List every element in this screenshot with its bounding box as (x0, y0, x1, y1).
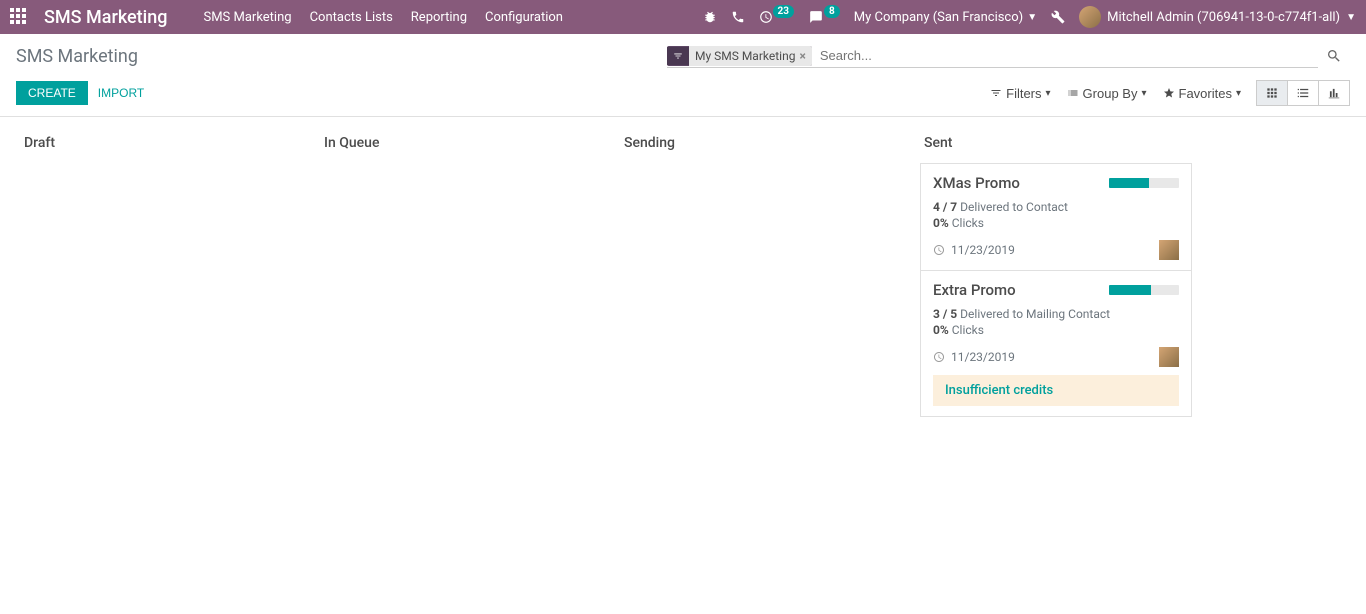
facet-remove-icon[interactable]: × (799, 49, 805, 63)
search-facet: My SMS Marketing × (667, 46, 812, 66)
kanban-card[interactable]: XMas Promo 4 / 7 Delivered to Contact 0%… (920, 163, 1192, 271)
debug-icon[interactable] (703, 10, 717, 24)
chevron-down-icon: ▼ (1027, 12, 1037, 23)
phone-icon[interactable] (731, 10, 745, 24)
kanban-column-sending: Sending (616, 127, 916, 417)
chevron-down-icon: ▾ (1141, 88, 1146, 99)
clock-icon (933, 244, 945, 256)
progress-fill (1109, 178, 1149, 188)
tools-icon[interactable] (1051, 10, 1065, 24)
kanban-icon (1265, 86, 1279, 100)
chevron-down-icon: ▾ (1046, 88, 1051, 99)
chart-icon (1327, 86, 1341, 100)
import-button[interactable]: Import (98, 86, 144, 100)
discuss-badge: 8 (824, 5, 840, 18)
avatar (1159, 347, 1179, 367)
favorites-dropdown[interactable]: Favorites ▾ (1163, 86, 1242, 101)
column-title: Draft (20, 127, 312, 163)
avatar (1159, 240, 1179, 260)
kanban-view-button[interactable] (1256, 80, 1288, 106)
create-button[interactable]: Create (16, 81, 88, 105)
card-clicks: 0% Clicks (933, 323, 1179, 337)
card-delivered: 3 / 5 Delivered to Mailing Contact (933, 307, 1179, 321)
card-title: Extra Promo (933, 281, 1016, 299)
card-date: 11/23/2019 (933, 350, 1015, 364)
user-menu[interactable]: Mitchell Admin (706941-13-0-c774f1-all) … (1079, 6, 1356, 28)
delivered-num: 4 / 7 (933, 200, 957, 214)
favorites-label: Favorites (1179, 86, 1232, 101)
progress-fill (1109, 285, 1151, 295)
nav-contacts-lists[interactable]: Contacts Lists (310, 10, 393, 25)
nav-reporting[interactable]: Reporting (411, 10, 467, 25)
clock-icon (933, 351, 945, 363)
card-title: XMas Promo (933, 174, 1020, 192)
progress-bar (1109, 285, 1179, 295)
discuss-icon[interactable]: 8 (808, 10, 840, 24)
star-icon (1163, 87, 1175, 99)
view-switcher (1257, 80, 1350, 106)
facet-label: My SMS Marketing (695, 49, 795, 63)
delivered-label: Delivered to Mailing Contact (960, 307, 1110, 321)
delivered-label: Delivered to Contact (960, 200, 1068, 214)
card-delivered: 4 / 7 Delivered to Contact (933, 200, 1179, 214)
list-view-button[interactable] (1287, 80, 1319, 106)
kanban-column-draft: Draft (16, 127, 316, 417)
search-icon[interactable] (1318, 48, 1350, 64)
filter-icon (667, 47, 689, 65)
clicks-pct: 0% (933, 323, 949, 337)
chevron-down-icon: ▼ (1346, 12, 1356, 23)
clicks-label: Clicks (952, 323, 984, 337)
list-icon (1067, 87, 1079, 99)
top-navbar: SMS Marketing SMS Marketing Contacts Lis… (0, 0, 1366, 34)
user-label: Mitchell Admin (706941-13-0-c774f1-all) (1107, 10, 1340, 25)
delivered-num: 3 / 5 (933, 307, 957, 321)
kanban-column-in-queue: In Queue (316, 127, 616, 417)
progress-bar (1109, 178, 1179, 188)
filters-label: Filters (1006, 86, 1041, 101)
nav-menu: SMS Marketing Contacts Lists Reporting C… (203, 10, 563, 25)
list-icon (1296, 86, 1310, 100)
date-value: 11/23/2019 (951, 350, 1015, 364)
warning-banner[interactable]: Insufficient credits (933, 375, 1179, 406)
apps-icon[interactable] (10, 8, 28, 26)
filters-dropdown[interactable]: Filters ▾ (990, 86, 1050, 101)
column-title: In Queue (320, 127, 612, 163)
activity-icon[interactable]: 23 (759, 10, 794, 24)
: 11/23/2019 (951, 243, 1015, 257)
clicks-label: Clicks (952, 216, 984, 230)
groupby-label: Group By (1083, 86, 1138, 101)
nav-configuration[interactable]: Configuration (485, 10, 563, 25)
app-brand[interactable]: SMS Marketing (44, 7, 167, 28)
activity-badge: 23 (773, 5, 794, 18)
groupby-dropdown[interactable]: Group By ▾ (1067, 86, 1147, 101)
search-input[interactable] (812, 44, 1318, 67)
column-title: Sending (620, 127, 912, 163)
company-switcher[interactable]: My Company (San Francisco) ▼ (854, 10, 1037, 25)
kanban-card[interactable]: Extra Promo 3 / 5 Delivered to Mailing C… (920, 271, 1192, 417)
kanban-board: Draft In Queue Sending Sent XMas Promo 4… (0, 117, 1366, 427)
breadcrumb: SMS Marketing (16, 46, 667, 67)
search-box[interactable]: My SMS Marketing × (667, 44, 1318, 68)
nav-sms-marketing[interactable]: SMS Marketing (203, 10, 291, 25)
control-panel: SMS Marketing My SMS Marketing × Create … (0, 34, 1366, 117)
card-clicks: 0% Clicks (933, 216, 1179, 230)
card-date: 11/23/2019 (933, 243, 1015, 257)
kanban-column-sent: Sent XMas Promo 4 / 7 Delivered to Conta… (916, 127, 1196, 417)
chevron-down-icon: ▾ (1236, 88, 1241, 99)
column-title: Sent (920, 127, 1192, 163)
funnel-icon (990, 87, 1002, 99)
company-name: My Company (San Francisco) (854, 10, 1023, 25)
graph-view-button[interactable] (1318, 80, 1350, 106)
clicks-pct: 0% (933, 216, 949, 230)
avatar (1079, 6, 1101, 28)
nav-right: 23 8 My Company (San Francisco) ▼ Mitche… (703, 6, 1356, 28)
